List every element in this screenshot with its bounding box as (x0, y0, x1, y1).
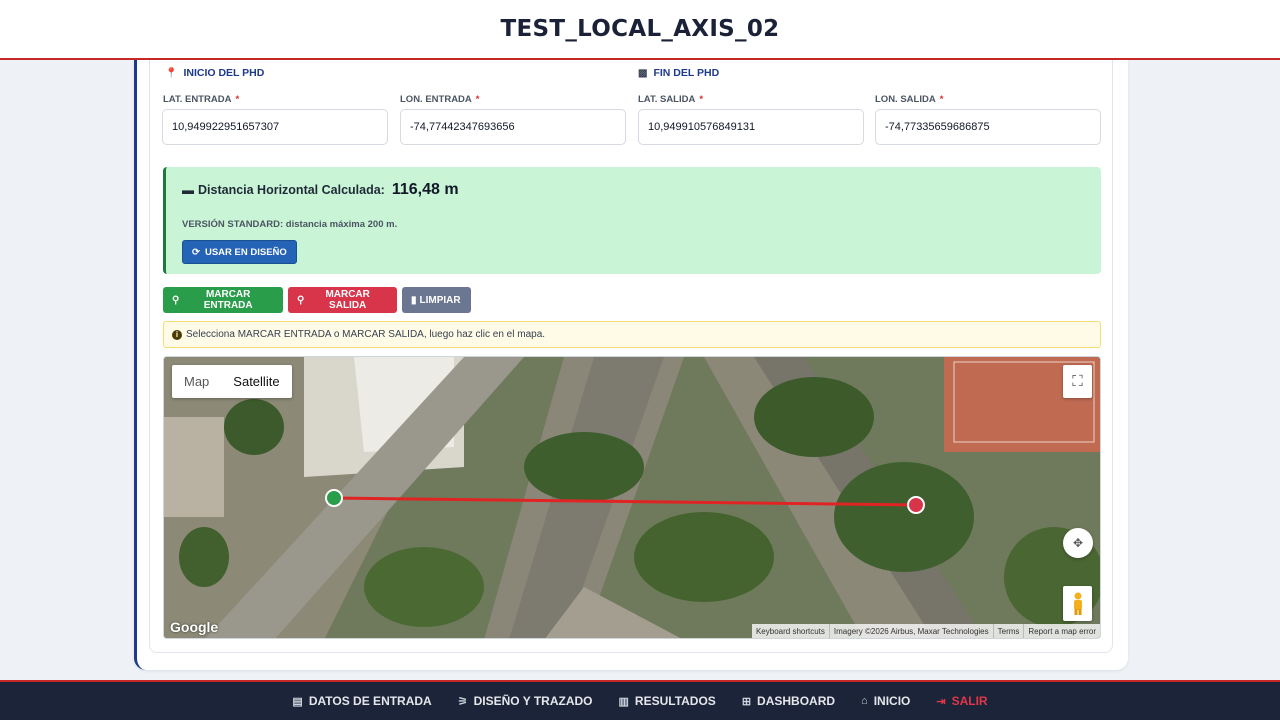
clear-button[interactable]: ▮ LIMPIAR (402, 287, 471, 313)
satellite-map[interactable]: Map Satellite ⛶ ✥ Google Keyboard shortc… (163, 356, 1101, 639)
mark-exit-button[interactable]: ⚲ MARCAR SALIDA (288, 287, 397, 313)
ruler-icon: ▬ (182, 183, 194, 197)
fullscreen-icon[interactable]: ⛶ (1063, 365, 1092, 398)
top-bar: TEST_LOCAL_AXIS_02 (0, 0, 1280, 60)
lon-exit-input[interactable] (875, 109, 1101, 145)
route-overlay (325, 489, 925, 514)
map-type-toggle: Map Satellite (172, 365, 292, 398)
bottom-nav: ▤ DATOS DE ENTRADA ⚞ DISEÑO Y TRAZADO ▥ … (0, 680, 1280, 720)
trash-icon: ▮ (411, 294, 417, 306)
nav-dashboard[interactable]: ⊞ DASHBOARD (742, 694, 835, 708)
use-in-design-button[interactable]: ⟳ USAR EN DISEÑO (182, 240, 297, 264)
nav-diseno-trazado[interactable]: ⚞ DISEÑO Y TRAZADO (458, 694, 593, 708)
section-start-title: INICIO DEL PHD (183, 67, 265, 79)
lat-entry-label: LAT. ENTRADA * (163, 94, 240, 105)
pan-control-icon[interactable]: ✥ (1063, 528, 1093, 558)
google-logo: Google (170, 619, 219, 635)
checkered-flag-icon: ▩ (638, 67, 648, 79)
map-type-map[interactable]: Map (172, 365, 221, 398)
instruction-hint: i Selecciona MARCAR ENTRADA o MARCAR SAL… (163, 321, 1101, 348)
section-end-heading: ▩ FIN DEL PHD (638, 67, 719, 79)
terms-link[interactable]: Terms (992, 624, 1024, 638)
distance-label: Distancia Horizontal Calculada: (198, 183, 385, 197)
info-icon: i (172, 329, 182, 340)
distance-value: 116,48 m (391, 181, 459, 198)
use-in-design-label: USAR EN DISEÑO (204, 246, 287, 258)
page-title: TEST_LOCAL_AXIS_02 (500, 16, 780, 42)
clipboard-icon: ▤ (292, 695, 303, 708)
section-start-heading: 📍 INICIO DEL PHD (165, 67, 264, 79)
map-type-satellite[interactable]: Satellite (221, 365, 291, 398)
mark-exit-label: MARCAR SALIDA (325, 289, 370, 311)
distance-result-box: ▬ Distancia Horizontal Calculada: 116,48… (163, 167, 1101, 274)
route-line (333, 496, 917, 507)
map-attribution: Keyboard shortcuts Imagery ©2026 Airbus,… (751, 624, 1100, 638)
nav-inicio[interactable]: ⌂ INICIO (861, 694, 910, 708)
hint-text: Selecciona MARCAR ENTRADA o MARCAR SALID… (186, 329, 546, 340)
section-end-title: FIN DEL PHD (653, 67, 720, 79)
home-icon: ⌂ (861, 695, 868, 707)
map-pin-icon: 📍 (165, 67, 178, 79)
pegman-icon[interactable] (1063, 586, 1092, 621)
refresh-icon: ⟳ (192, 246, 200, 258)
clear-label: LIMPIAR (419, 294, 461, 306)
grid-icon: ⊞ (741, 695, 752, 708)
nav-salir[interactable]: ⇥ SALIR (936, 694, 987, 708)
lon-exit-label: LON. SALIDA * (875, 94, 944, 105)
mark-entry-button[interactable]: ⚲ MARCAR ENTRADA (163, 287, 283, 313)
logout-icon: ⇥ (936, 695, 946, 708)
map-marker-icon: ⚲ (172, 294, 180, 306)
entry-marker[interactable] (325, 489, 343, 507)
report-error-link[interactable]: Report a map error (1023, 624, 1100, 638)
mark-entry-label: MARCAR ENTRADA (203, 289, 253, 311)
exit-marker[interactable] (907, 496, 925, 514)
lat-exit-label: LAT. SALIDA * (638, 94, 704, 105)
nav-datos-entrada[interactable]: ▤ DATOS DE ENTRADA (292, 694, 431, 708)
nav-resultados[interactable]: ▥ RESULTADOS (619, 694, 716, 708)
map-marker-icon: ⚲ (297, 294, 305, 306)
imagery-credit: Imagery ©2026 Airbus, Maxar Technologies (828, 624, 993, 638)
lat-entry-input[interactable] (162, 109, 388, 145)
distance-heading: ▬ Distancia Horizontal Calculada: 116,48… (182, 181, 459, 199)
bar-chart-icon: ▥ (618, 695, 629, 708)
compass-icon: ⚞ (457, 695, 468, 708)
lon-entry-input[interactable] (400, 109, 626, 145)
lat-exit-input[interactable] (638, 109, 864, 145)
lon-entry-label: LON. ENTRADA * (400, 94, 480, 105)
keyboard-shortcuts-link[interactable]: Keyboard shortcuts (752, 624, 829, 638)
version-note: VERSIÓN STANDARD: distancia máxima 200 m… (182, 219, 398, 230)
